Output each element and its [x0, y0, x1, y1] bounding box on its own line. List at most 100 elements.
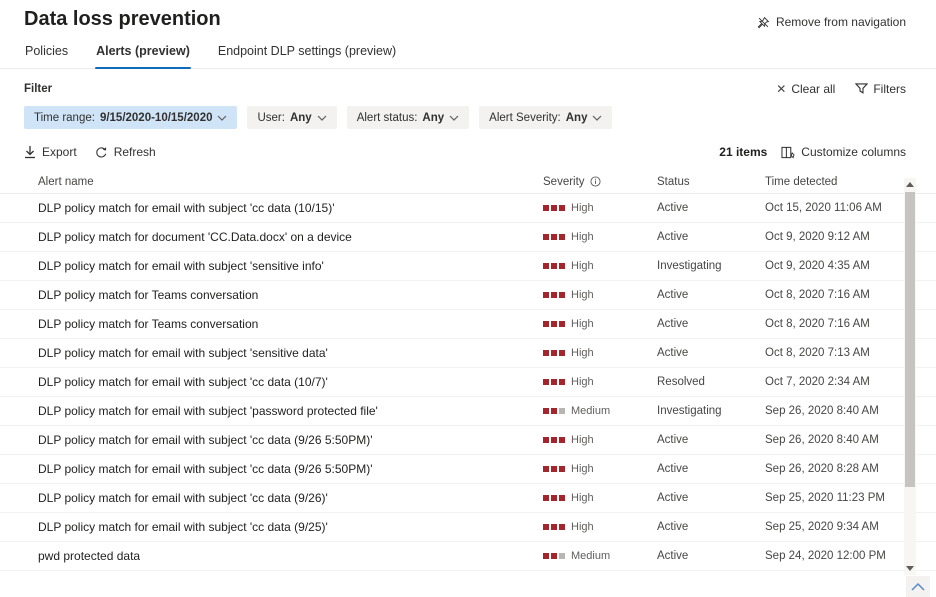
severity-label: High — [571, 492, 594, 504]
severity-cell: High — [543, 434, 657, 446]
alert-name[interactable]: DLP policy match for email with subject … — [38, 201, 543, 215]
severity-square — [551, 205, 557, 211]
severity-square — [559, 437, 565, 443]
alert-name[interactable]: DLP policy match for email with subject … — [38, 404, 543, 418]
time-range-filter-chip[interactable]: Time range: 9/15/2020-10/15/2020 — [24, 106, 237, 129]
customize-columns-button[interactable]: Customize columns — [781, 145, 906, 159]
alert-name[interactable]: DLP policy match for email with subject … — [38, 462, 543, 476]
column-header-severity[interactable]: Severity — [543, 176, 657, 188]
table-row[interactable]: DLP policy match for email with subject … — [0, 194, 936, 223]
severity-cell: High — [543, 289, 657, 301]
alert-name[interactable]: DLP policy match for email with subject … — [38, 259, 543, 273]
tab-endpoint-dlp-settings[interactable]: Endpoint DLP settings (preview) — [217, 44, 397, 68]
alert-name[interactable]: DLP policy match for email with subject … — [38, 375, 543, 389]
table-row[interactable]: DLP policy match for Teams conversation … — [0, 310, 936, 339]
scroll-to-top-button[interactable] — [906, 576, 930, 597]
table-row[interactable]: DLP policy match for email with subject … — [0, 426, 936, 455]
alert-status: Active — [657, 434, 765, 446]
page-title: Data loss prevention — [24, 8, 221, 31]
remove-from-navigation-button[interactable]: Remove from navigation — [757, 15, 906, 29]
scrollbar-up-arrow-icon[interactable] — [906, 182, 914, 187]
alert-name[interactable]: DLP policy match for Teams conversation — [38, 288, 543, 302]
vertical-scrollbar[interactable] — [904, 178, 916, 575]
severity-square — [551, 524, 557, 530]
severity-square — [559, 553, 565, 559]
time-detected: Oct 8, 2020 7:16 AM — [765, 289, 894, 301]
table-header-row: Alert name Severity Status Time detected — [0, 170, 936, 194]
severity-square — [551, 292, 557, 298]
user-filter-chip[interactable]: User: Any — [247, 106, 336, 129]
alert-status: Active — [657, 463, 765, 475]
tab-alerts-preview[interactable]: Alerts (preview) — [95, 44, 191, 68]
command-bar-right: 21 items Customize columns — [719, 145, 906, 159]
severity-square — [551, 466, 557, 472]
alert-severity-filter-chip[interactable]: Alert Severity: Any — [479, 106, 612, 129]
table-row[interactable]: DLP policy match for email with subject … — [0, 397, 936, 426]
time-detected: Oct 9, 2020 4:35 AM — [765, 260, 894, 272]
table-row[interactable]: DLP policy match for email with subject … — [0, 339, 936, 368]
severity-label: High — [571, 521, 594, 533]
severity-label: High — [571, 347, 594, 359]
table-row[interactable]: DLP policy match for email with subject … — [0, 513, 936, 542]
tab-policies[interactable]: Policies — [24, 44, 69, 68]
severity-cell: High — [543, 318, 657, 330]
chevron-down-icon — [592, 115, 602, 121]
chevron-down-icon — [217, 115, 227, 121]
alert-name[interactable]: pwd protected data — [38, 549, 543, 563]
time-detected: Sep 25, 2020 9:34 AM — [765, 521, 894, 533]
severity-label: High — [571, 463, 594, 475]
refresh-button[interactable]: Refresh — [95, 145, 156, 159]
tab-bar: Policies Alerts (preview) Endpoint DLP s… — [0, 44, 936, 69]
clear-all-button[interactable]: ✕ Clear all — [776, 82, 835, 96]
alert-name[interactable]: DLP policy match for email with subject … — [38, 433, 543, 447]
severity-square — [559, 321, 565, 327]
alert-name[interactable]: DLP policy match for email with subject … — [38, 520, 543, 534]
alert-name[interactable]: DLP policy match for email with subject … — [38, 491, 543, 505]
severity-cell: High — [543, 376, 657, 388]
scrollbar-down-arrow-icon[interactable] — [906, 566, 914, 571]
column-header-status[interactable]: Status — [657, 176, 765, 188]
severity-label: High — [571, 318, 594, 330]
severity-label: High — [571, 260, 594, 272]
remove-from-navigation-label: Remove from navigation — [776, 15, 906, 29]
table-row[interactable]: pwd protected data Medium Active Sep 24,… — [0, 542, 936, 571]
download-icon — [24, 145, 36, 159]
time-detected: Sep 26, 2020 8:28 AM — [765, 463, 894, 475]
chevron-down-icon — [317, 115, 327, 121]
table-row[interactable]: DLP policy match for email with subject … — [0, 484, 936, 513]
alert-name[interactable]: DLP policy match for document 'CC.Data.d… — [38, 230, 543, 244]
table-row[interactable]: DLP policy match for email with subject … — [0, 252, 936, 281]
severity-square — [551, 495, 557, 501]
alert-name[interactable]: DLP policy match for Teams conversation — [38, 317, 543, 331]
severity-label: High — [571, 231, 594, 243]
scrollbar-thumb[interactable] — [905, 192, 915, 487]
filters-button[interactable]: Filters — [855, 82, 906, 96]
alert-status-filter-chip[interactable]: Alert status: Any — [347, 106, 469, 129]
severity-square — [543, 553, 549, 559]
column-header-time-detected[interactable]: Time detected — [765, 176, 894, 188]
export-button[interactable]: Export — [24, 145, 77, 159]
time-detected: Sep 25, 2020 11:23 PM — [765, 492, 894, 504]
unpin-icon — [757, 16, 770, 29]
table-row[interactable]: DLP policy match for document 'CC.Data.d… — [0, 223, 936, 252]
severity-square — [559, 408, 565, 414]
time-detected: Oct 15, 2020 11:06 AM — [765, 202, 894, 214]
alert-name[interactable]: DLP policy match for email with subject … — [38, 346, 543, 360]
severity-square — [543, 205, 549, 211]
time-detected: Sep 24, 2020 12:00 PM — [765, 550, 894, 562]
alerts-table: Alert name Severity Status Time detected — [0, 170, 936, 571]
column-header-alert-name[interactable]: Alert name — [38, 176, 543, 188]
severity-square — [551, 321, 557, 327]
table-row[interactable]: DLP policy match for email with subject … — [0, 455, 936, 484]
alert-status: Active — [657, 550, 765, 562]
info-icon[interactable] — [590, 176, 601, 187]
table-row[interactable]: DLP policy match for email with subject … — [0, 368, 936, 397]
column-header-label: Severity — [543, 176, 585, 188]
items-count: 21 items — [719, 145, 767, 159]
table-row[interactable]: DLP policy match for Teams conversation … — [0, 281, 936, 310]
severity-square — [543, 350, 549, 356]
severity-label: Medium — [571, 405, 610, 417]
time-detected: Oct 9, 2020 9:12 AM — [765, 231, 894, 243]
severity-square — [551, 234, 557, 240]
alert-status: Active — [657, 521, 765, 533]
